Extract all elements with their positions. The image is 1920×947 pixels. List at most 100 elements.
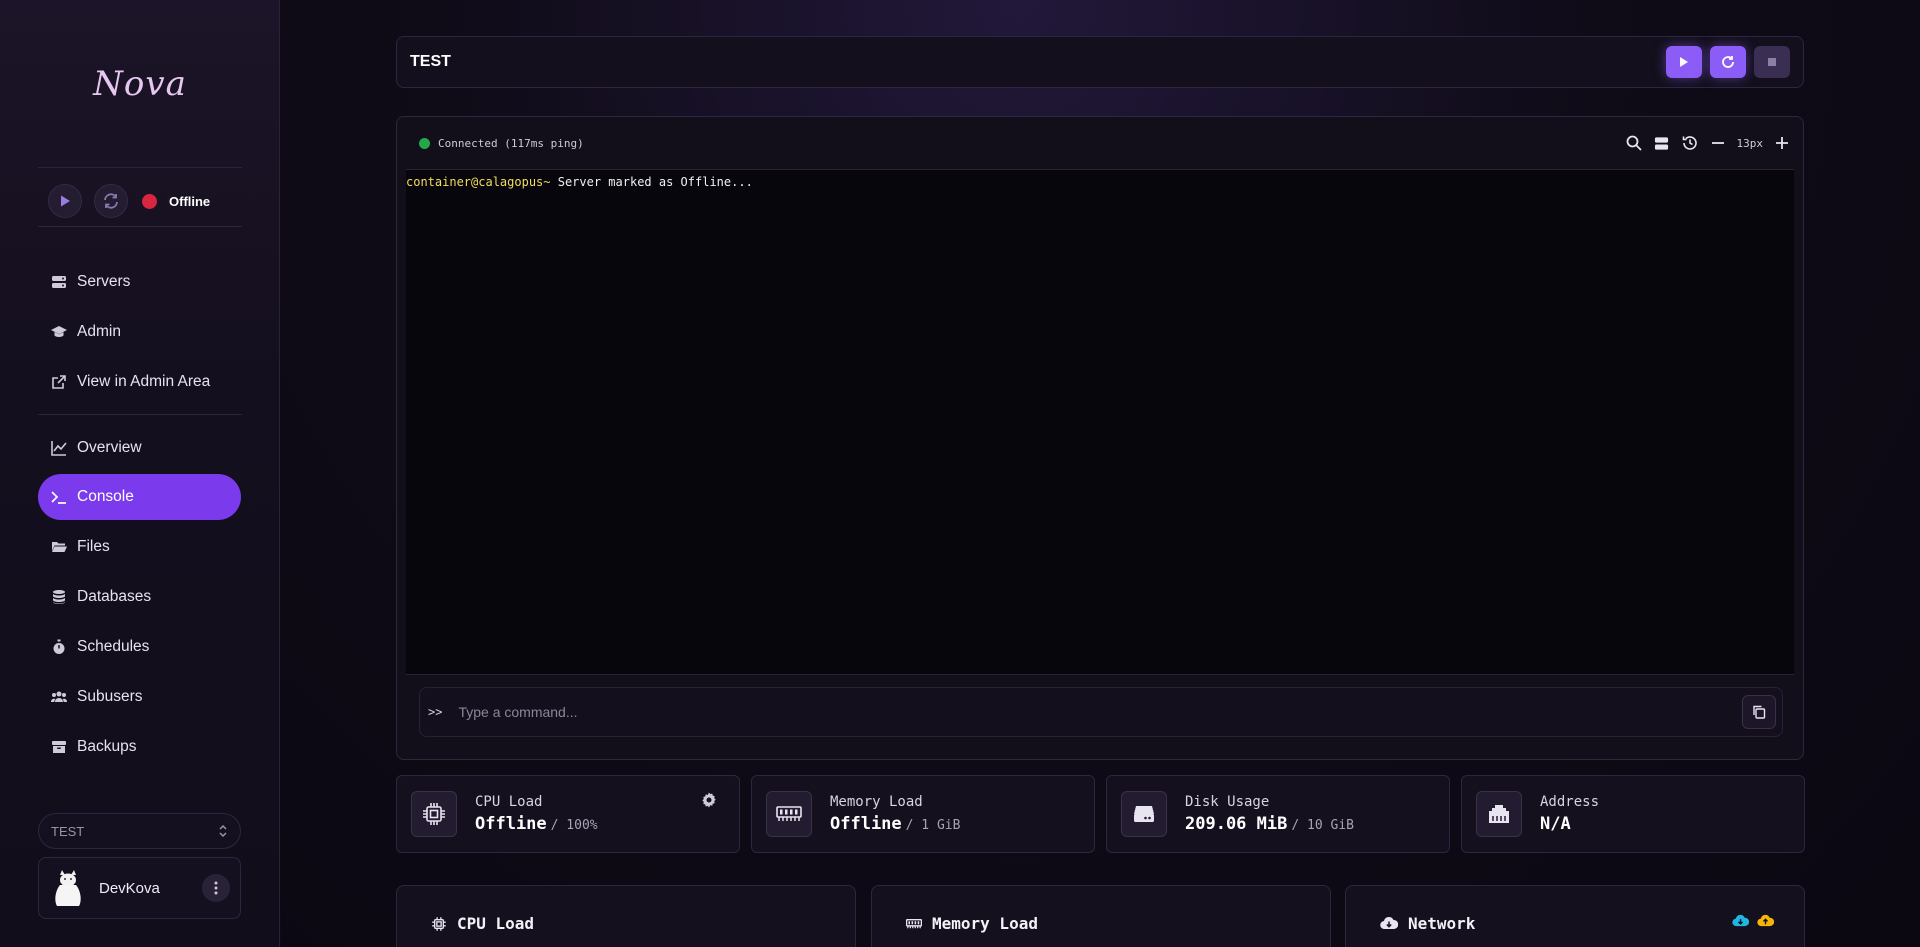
connection-indicator — [419, 137, 430, 149]
history-icon — [1682, 136, 1697, 150]
sidebar-divider — [38, 167, 242, 168]
cpu-icon-box — [411, 791, 457, 837]
chart-title: CPU Load — [457, 914, 535, 933]
terminal-icon — [51, 491, 66, 504]
server-icon — [1654, 136, 1669, 150]
stat-card-memory: Memory Load Offline/ 1 GiB — [751, 775, 1095, 853]
nav-label: Backups — [77, 738, 137, 755]
chart-line-icon — [51, 441, 67, 456]
terminal-prompt: container@calagopus~ — [406, 175, 551, 189]
search-button[interactable] — [1625, 134, 1643, 152]
power-controls: Offline — [48, 184, 210, 218]
stop-button[interactable] — [1754, 46, 1790, 78]
nav-item-backups[interactable]: Backups — [38, 724, 241, 770]
nav-item-console[interactable]: Console — [38, 474, 241, 520]
user-name: DevKova — [99, 879, 160, 897]
search-icon — [1626, 135, 1642, 151]
external-link-icon — [52, 375, 66, 389]
chart-title: Network — [1408, 914, 1476, 933]
play-icon — [61, 195, 70, 207]
nav-label: View in Admin Area — [77, 373, 211, 390]
start-button[interactable] — [48, 184, 82, 218]
cpu-settings-button[interactable] — [701, 792, 717, 813]
app-logo[interactable]: Nova — [0, 64, 280, 104]
stat-text: CPU Load Offline/ 100% — [475, 794, 598, 834]
folder-open-icon — [52, 542, 67, 552]
copy-icon — [1753, 705, 1766, 719]
console-panel: Connected (117ms ping) 13px container@ca… — [396, 116, 1804, 760]
server-toggle-button[interactable] — [1653, 134, 1671, 152]
console-toolbar: 13px — [1625, 134, 1792, 152]
sidebar-divider — [38, 414, 242, 415]
cloud-download-icon — [1380, 916, 1398, 930]
user-card: DevKova — [38, 857, 241, 919]
nav-label: Console — [77, 488, 134, 505]
power-actions — [1666, 46, 1790, 78]
nav-item-databases[interactable]: Databases — [38, 574, 241, 620]
restart-button[interactable] — [94, 184, 128, 218]
increase-font-button[interactable] — [1773, 134, 1791, 152]
stat-value: N/A — [1540, 814, 1571, 834]
stat-card-address: Address N/A — [1461, 775, 1805, 853]
server-icon — [52, 276, 66, 288]
nav-item-subusers[interactable]: Subusers — [38, 674, 241, 720]
stat-value: Offline/ 1 GiB — [830, 814, 960, 834]
nav-item-view-admin-area[interactable]: View in Admin Area — [38, 359, 241, 405]
decrease-font-button[interactable] — [1709, 134, 1727, 152]
cloud-download-icon — [1732, 914, 1749, 927]
stat-title: Memory Load — [830, 794, 923, 810]
stat-card-disk: Disk Usage 209.06 MiB/ 10 GiB — [1106, 775, 1450, 853]
chart-card-memory: Memory Load — [871, 885, 1331, 947]
microchip-icon — [423, 803, 445, 825]
refresh-icon — [1722, 56, 1734, 68]
more-vertical-icon — [214, 881, 218, 895]
address-icon-box — [1476, 791, 1522, 837]
history-button[interactable] — [1681, 134, 1699, 152]
chart-title: Memory Load — [932, 914, 1038, 933]
database-icon — [53, 590, 65, 604]
command-prefix: >> — [428, 705, 443, 719]
chart-card-cpu: CPU Load — [396, 885, 856, 947]
stat-title: CPU Load — [475, 794, 543, 810]
nav-item-admin[interactable]: Admin — [38, 309, 241, 355]
command-bar: >> — [419, 687, 1783, 737]
nav-label: Schedules — [77, 638, 150, 655]
stat-value-sub: / 100% — [550, 818, 598, 833]
server-title: TEST — [410, 53, 451, 70]
command-input[interactable] — [458, 704, 1726, 720]
terminal-line: container@calagopus~ Server marked as Of… — [406, 175, 1794, 189]
status-label: Offline — [169, 193, 211, 209]
server-select[interactable]: TEST — [38, 813, 241, 849]
copy-button[interactable] — [1742, 695, 1776, 729]
stat-value-main: Offline — [830, 814, 902, 834]
stat-value-main: Offline — [475, 814, 547, 834]
nav-item-overview[interactable]: Overview — [38, 425, 241, 471]
restart-button[interactable] — [1710, 46, 1746, 78]
nav-item-files[interactable]: Files — [38, 524, 241, 570]
stat-text: Memory Load Offline/ 1 GiB — [830, 794, 960, 834]
stop-icon — [1768, 58, 1776, 66]
stat-value: Offline/ 100% — [475, 814, 598, 834]
nav-label: Admin — [77, 323, 121, 340]
terminal-output[interactable]: container@calagopus~ Server marked as Of… — [406, 169, 1794, 675]
start-button[interactable] — [1666, 46, 1702, 78]
stat-value-sub: / 1 GiB — [905, 818, 961, 833]
font-size-label: 13px — [1736, 136, 1764, 150]
chevron-up-down-icon — [219, 824, 227, 838]
stat-text: Address N/A — [1540, 794, 1599, 834]
status-indicator — [142, 193, 157, 209]
nav-item-servers[interactable]: Servers — [38, 259, 241, 305]
users-icon — [51, 691, 67, 702]
stat-value-sub: / 10 GiB — [1291, 818, 1354, 833]
nav-label: Subusers — [77, 688, 143, 705]
memory-icon — [906, 919, 922, 929]
user-menu-button[interactable] — [202, 874, 230, 902]
chart-card-network: Network — [1345, 885, 1805, 947]
graduation-cap-icon — [51, 326, 67, 337]
connection-status: Connected (117ms ping) — [419, 137, 584, 150]
stat-title: Disk Usage — [1185, 794, 1270, 810]
stat-text: Disk Usage 209.06 MiB/ 10 GiB — [1185, 794, 1354, 834]
sidebar-divider — [38, 226, 242, 227]
nav-item-schedules[interactable]: Schedules — [38, 624, 241, 670]
plus-icon — [1776, 137, 1788, 149]
